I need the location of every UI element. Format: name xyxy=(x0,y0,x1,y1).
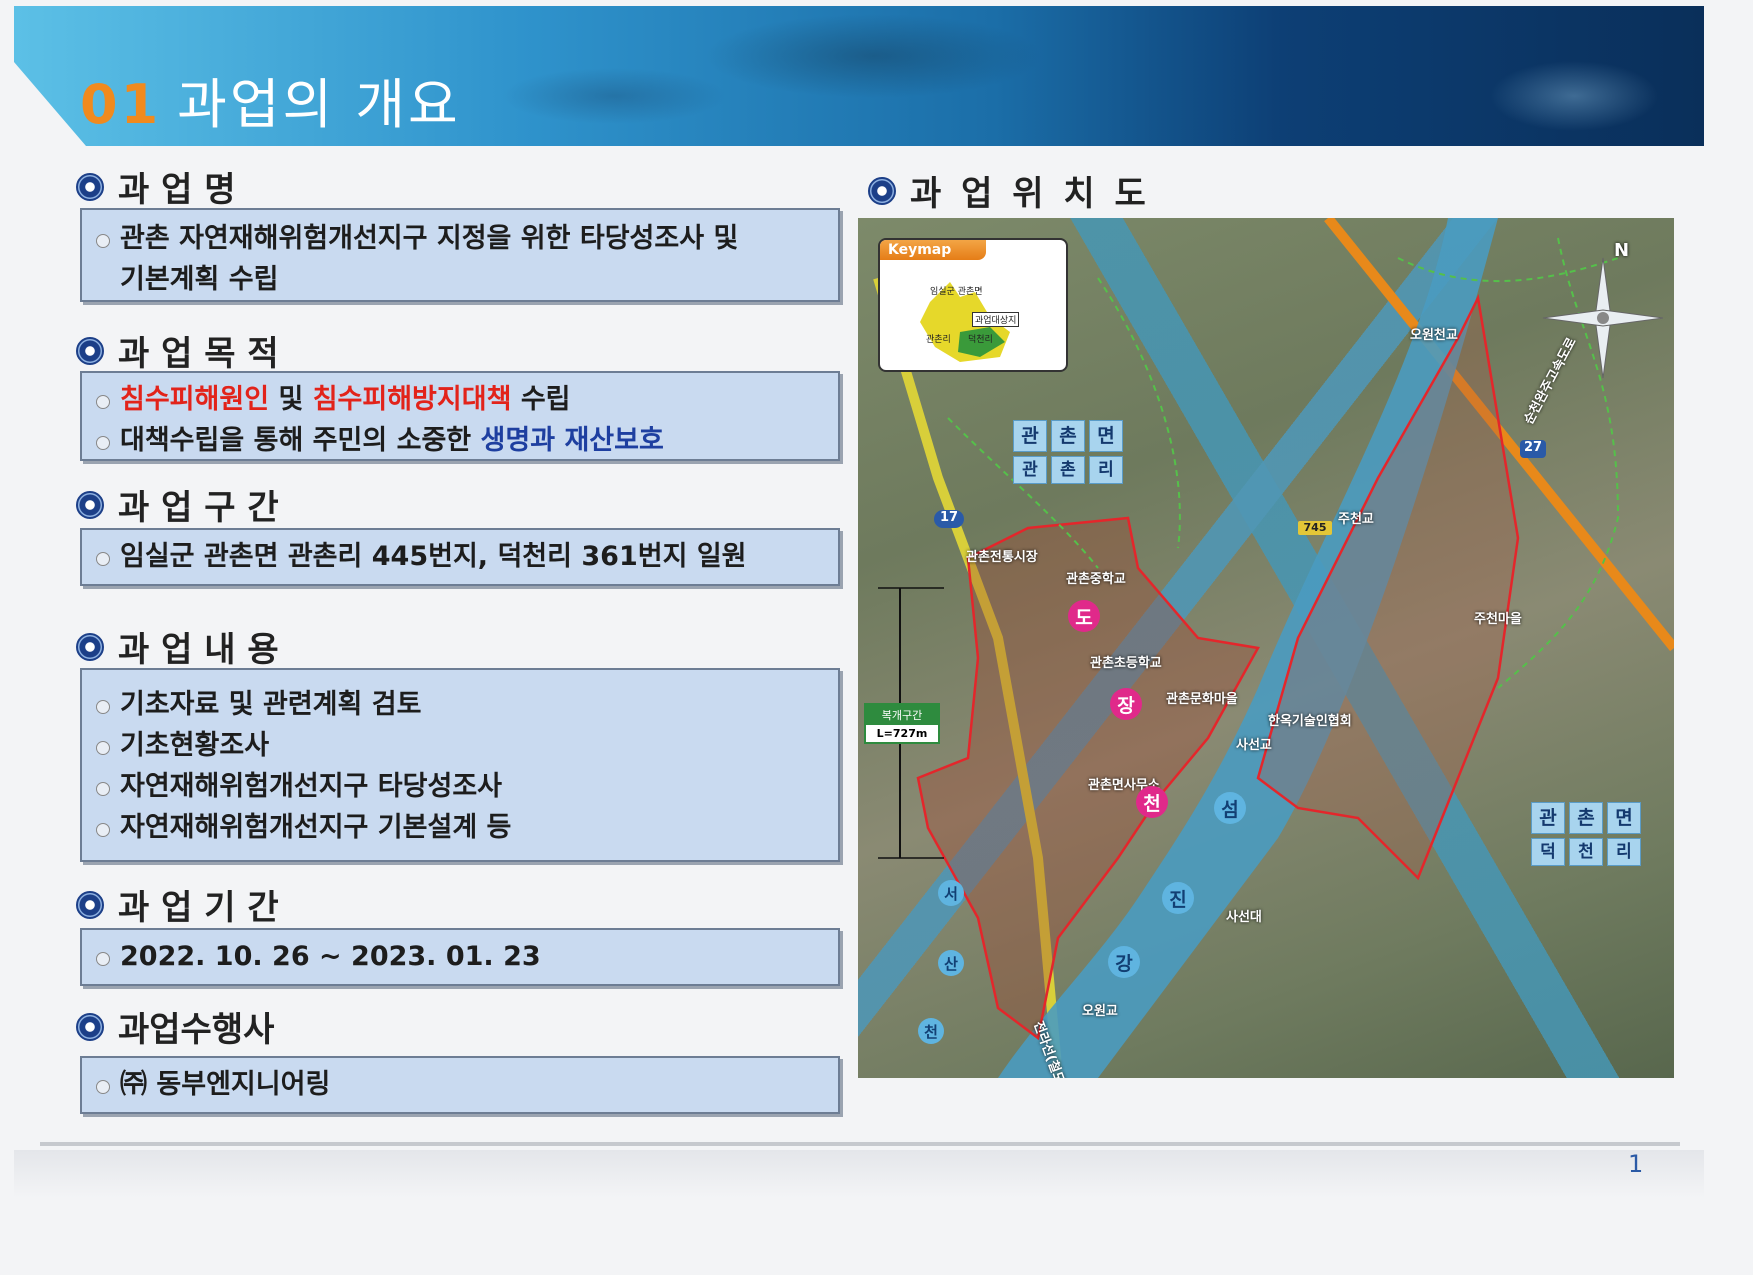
list-item: 기초자료 및 관련계획 검토 xyxy=(94,684,824,725)
list-item: 관촌 자연재해위험개선지구 지정을 위한 타당성조사 및 xyxy=(94,218,824,259)
footer-divider xyxy=(40,1142,1680,1146)
bullet-dot-icon xyxy=(96,823,110,837)
list-item: ㈜ 동부엔지니어링 xyxy=(94,1064,824,1105)
list-item: 침수피해원인 및 침수피해방지대책 수립 xyxy=(94,379,824,420)
bullet-dot-icon xyxy=(96,782,110,796)
list-item: 기본계획 수립 xyxy=(120,264,279,295)
bullet-icon xyxy=(76,890,104,919)
bullet-dot-icon xyxy=(96,952,110,966)
route-27-sign: 27 xyxy=(1520,440,1546,458)
section-heading-section: 과 업 구 간 xyxy=(76,480,279,529)
location-map: Keymap 임실군 관촌면 과업대상지 관촌리 덕천리 N 관촌면 관촌리 관… xyxy=(858,218,1674,1078)
list-item: 자연재해위험개선지구 타당성조사 xyxy=(94,766,824,807)
section-heading-location: 과 업 위 치 도 xyxy=(868,166,1150,215)
north-label: N xyxy=(1614,240,1630,261)
section-number: 01 xyxy=(80,73,162,136)
title-text: 과업의 개요 xyxy=(177,73,461,136)
contractor-box: ㈜ 동부엔지니어링 xyxy=(80,1056,840,1114)
bullet-dot-icon xyxy=(96,552,110,566)
page-title: 01 과업의 개요 xyxy=(80,60,461,139)
section-heading-content: 과 업 내 용 xyxy=(76,622,279,671)
section-heading-period: 과 업 기 간 xyxy=(76,880,279,929)
section-heading-contractor: 과업수행사 xyxy=(76,1002,274,1051)
list-item: 자연재해위험개선지구 기본설계 등 xyxy=(94,807,824,848)
bullet-dot-icon xyxy=(96,741,110,755)
period-box: 2022. 10. 26 ~ 2023. 01. 23 xyxy=(80,928,840,986)
bullet-icon xyxy=(868,176,896,205)
content-box: 기초자료 및 관련계획 검토 기초현황조사 자연재해위험개선지구 타당성조사 자… xyxy=(80,668,840,862)
region-right: 관촌면 덕천리 xyxy=(1526,800,1646,868)
footer-band xyxy=(14,1150,1704,1198)
page-number: 1 xyxy=(1628,1150,1644,1178)
list-item: 임실군 관촌면 관촌리 445번지, 덕천리 361번지 일원 xyxy=(94,536,824,577)
keymap: Keymap 임실군 관촌면 과업대상지 관촌리 덕천리 xyxy=(878,238,1068,372)
purpose-box: 침수피해원인 및 침수피해방지대책 수립 대책수립을 통해 주민의 소중한 생명… xyxy=(80,371,840,461)
name-box: 관촌 자연재해위험개선지구 지정을 위한 타당성조사 및 기본계획 수립 xyxy=(80,208,840,302)
bullet-icon xyxy=(76,1012,104,1041)
bullet-dot-icon xyxy=(96,436,110,450)
project-area-right xyxy=(1256,294,1520,881)
bullet-icon xyxy=(76,172,104,201)
bullet-icon xyxy=(76,336,104,365)
section-box: 임실군 관촌면 관촌리 445번지, 덕천리 361번지 일원 xyxy=(80,528,840,586)
length-box: 복개구간 L=727m xyxy=(864,703,940,744)
bullet-dot-icon xyxy=(96,234,110,248)
list-item: 대책수립을 통해 주민의 소중한 생명과 재산보호 xyxy=(94,420,824,461)
section-heading-name: 과 업 명 xyxy=(76,162,236,211)
route-745-sign: 745 xyxy=(1298,521,1332,535)
bullet-icon xyxy=(76,632,104,661)
bullet-dot-icon xyxy=(96,700,110,714)
section-heading-purpose: 과 업 목 적 xyxy=(76,326,279,375)
region-left: 관촌면 관촌리 xyxy=(1008,418,1128,486)
bullet-dot-icon xyxy=(96,1080,110,1094)
list-item: 2022. 10. 26 ~ 2023. 01. 23 xyxy=(94,936,824,977)
bullet-icon xyxy=(76,490,104,519)
slide: 01 과업의 개요 과 업 명 관촌 자연재해위험개선지구 지정을 위한 타당성조… xyxy=(0,0,1753,1275)
list-item: 기초현황조사 xyxy=(94,725,824,766)
bullet-dot-icon xyxy=(96,395,110,409)
route-17-sign: 17 xyxy=(934,510,964,528)
